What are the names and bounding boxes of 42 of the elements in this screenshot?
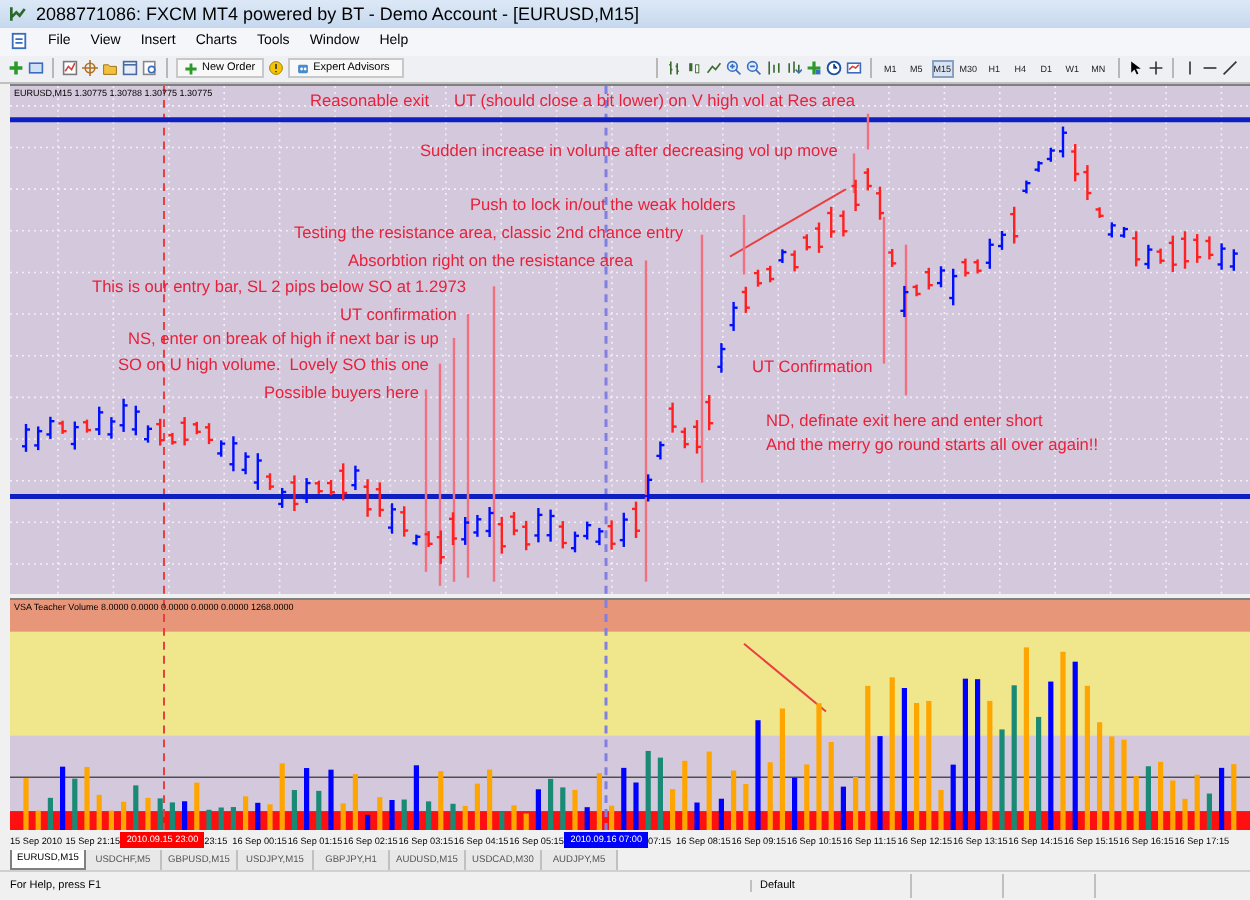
chart-annotation: Reasonable exit bbox=[310, 91, 430, 109]
chart-annotation: And the merry go round starts all over again!! bbox=[766, 435, 1099, 453]
template-icon[interactable] bbox=[845, 60, 862, 77]
leader-line bbox=[852, 153, 856, 193]
chart-annotation: NS, enter on break of high if next bar is up bbox=[128, 329, 439, 347]
chart-annotation: Sudden increase in volume after decreasing vol up move bbox=[420, 141, 838, 159]
document-icon[interactable] bbox=[10, 32, 28, 51]
chart-annotation: UT Confirmation bbox=[752, 357, 873, 375]
chart-annotation: Push to lock in/out the weak holders bbox=[470, 195, 736, 213]
line-chart-icon[interactable] bbox=[705, 60, 722, 77]
crosshair-icon[interactable] bbox=[82, 60, 98, 77]
plus-icon[interactable] bbox=[8, 60, 24, 77]
app-icon bbox=[8, 3, 28, 24]
plus-icon bbox=[184, 61, 198, 76]
bar-chart-icon[interactable] bbox=[665, 60, 682, 77]
crosshair-icon[interactable] bbox=[1147, 60, 1164, 77]
zoom-in-icon[interactable] bbox=[725, 60, 742, 77]
window-title: 2088771086: FXCM MT4 powered by BT - Demo Account - [EURUSD,M15] bbox=[36, 3, 639, 24]
chart-annotation: ND, definate exit here and enter short bbox=[766, 411, 1043, 429]
window-icon[interactable] bbox=[28, 60, 44, 77]
autoscroll-icon[interactable] bbox=[785, 60, 802, 77]
warning-icon[interactable] bbox=[267, 60, 284, 77]
robot-icon bbox=[295, 61, 310, 76]
zoom-out-icon[interactable] bbox=[745, 60, 762, 77]
window-icon[interactable] bbox=[122, 60, 138, 77]
candlestick-icon[interactable] bbox=[685, 60, 702, 77]
trend-line bbox=[743, 642, 827, 712]
leader-line bbox=[866, 113, 870, 150]
chart-annotation: This is our entry bar, SL 2 pips below SO at 1.2973 bbox=[92, 277, 466, 295]
cursor-icon[interactable] bbox=[1127, 60, 1144, 77]
chart-annotation: SO on U high volume. Lovely SO this one bbox=[118, 355, 429, 373]
folder-icon[interactable] bbox=[102, 60, 118, 77]
chart-annotation: Absorbtion right on the resistance area bbox=[348, 251, 634, 269]
trendline-icon[interactable] bbox=[1221, 60, 1238, 77]
chart-annotation: Testing the resistance area, classic 2nd chance entry bbox=[294, 223, 684, 241]
indicator-icon[interactable] bbox=[805, 60, 822, 77]
chart-annotation: UT (should close a bit lower) on V high vol at Res area bbox=[454, 91, 855, 109]
clock-icon[interactable] bbox=[825, 60, 842, 77]
leader-line bbox=[742, 214, 746, 275]
chart-annotation: Possible buyers here bbox=[264, 383, 419, 401]
chart-annotation: UT confirmation bbox=[340, 305, 457, 323]
chart-icon[interactable] bbox=[62, 60, 78, 77]
